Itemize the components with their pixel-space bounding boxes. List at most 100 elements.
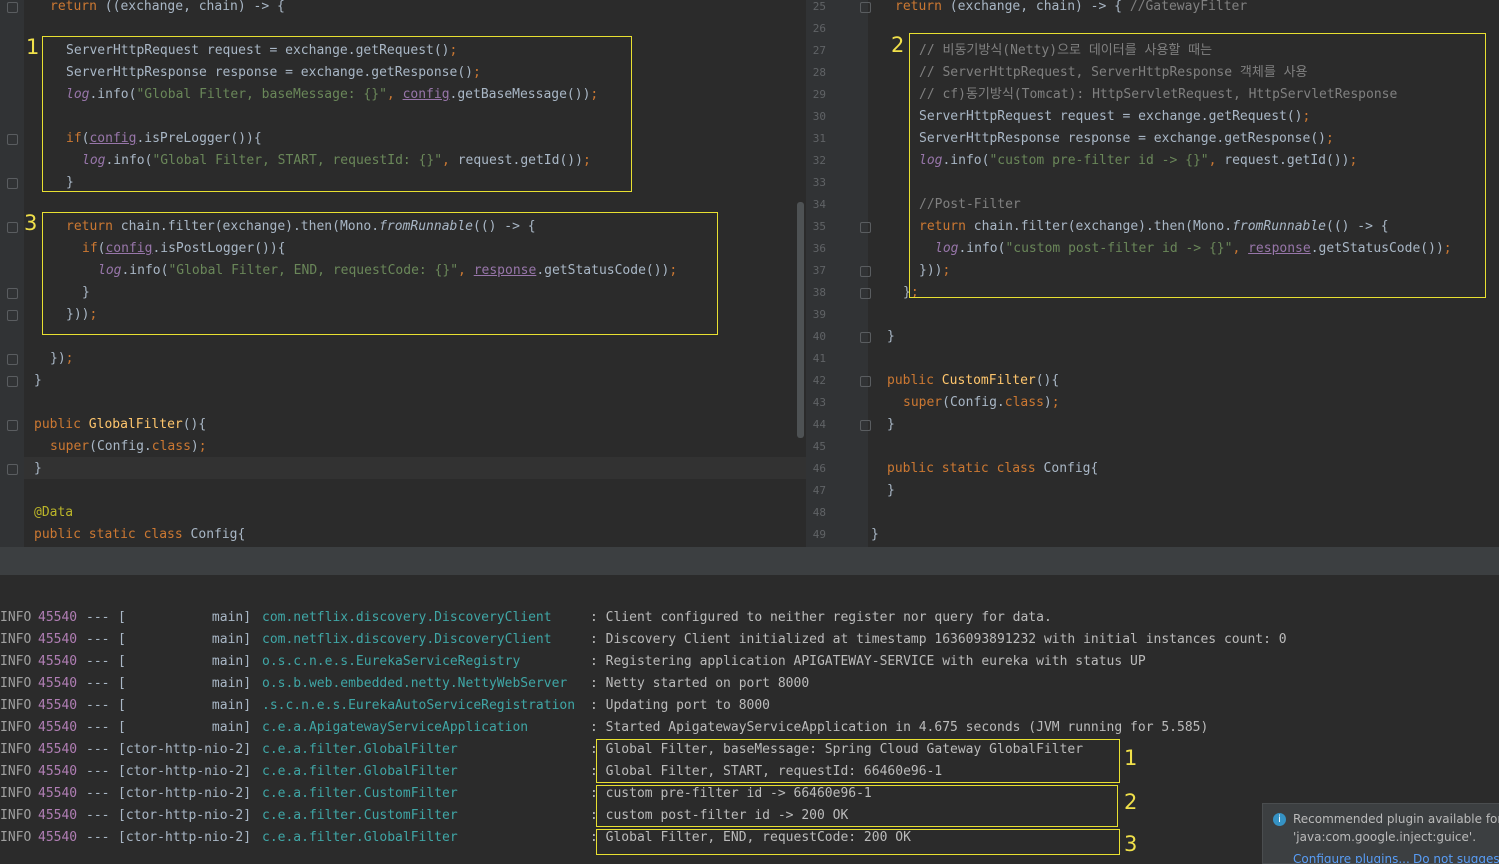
log-pid: 45540 xyxy=(38,742,78,757)
log-separator: --- xyxy=(86,720,110,735)
caret-line-highlight xyxy=(24,457,806,479)
log-row[interactable]: INFO 45540 --- [ main] .s.c.n.e.s.EurekaAuto… xyxy=(0,695,1499,717)
code-token: } xyxy=(887,483,895,498)
code-line[interactable]: public static class Config{ xyxy=(34,524,245,546)
left-scrollbar[interactable] xyxy=(797,202,804,438)
code-token: @Data xyxy=(34,505,74,520)
code-line[interactable]: return (exchange, chain) -> { //GatewayF… xyxy=(895,0,1247,18)
line-number: 33 xyxy=(812,176,826,189)
code-token: class xyxy=(1004,395,1044,410)
code-line[interactable]: } xyxy=(887,414,895,436)
code-token: } xyxy=(871,527,879,542)
log-thread: [ main] xyxy=(118,676,252,691)
line-number: 46 xyxy=(812,462,826,475)
code-token: (exchange, chain) -> { xyxy=(949,0,1130,14)
code-line[interactable]: public static class Config{ xyxy=(887,458,1098,480)
code-line[interactable]: } xyxy=(34,458,42,480)
left-box-1-label: 1 xyxy=(26,35,40,59)
log-thread: [ main] xyxy=(118,720,252,735)
line-number: 29 xyxy=(812,88,826,101)
line-number: 31 xyxy=(812,132,826,145)
code-token: GlobalFilter xyxy=(88,417,183,432)
log-level: INFO xyxy=(0,654,32,669)
line-number: 49 xyxy=(812,528,826,541)
fold-toggle-icon[interactable] xyxy=(7,464,18,475)
console-box-2-label: 2 xyxy=(1124,790,1138,814)
do-not-suggest-link[interactable]: Do not suggest xyxy=(1413,852,1499,863)
fold-toggle-icon[interactable] xyxy=(7,310,18,321)
log-pid: 45540 xyxy=(38,808,78,823)
fold-toggle-icon[interactable] xyxy=(7,288,18,299)
log-thread: [ctor-http-nio-2] xyxy=(118,808,252,823)
line-number: 28 xyxy=(812,66,826,79)
code-token: } xyxy=(34,373,42,388)
fold-toggle-icon[interactable] xyxy=(860,420,871,431)
line-number: 42 xyxy=(812,374,826,387)
log-row[interactable]: INFO 45540 --- [ main] o.s.b.web.embedded.ne… xyxy=(0,673,1499,695)
run-tool-window-header[interactable] xyxy=(0,547,1499,576)
log-row[interactable]: INFO 45540 --- [ main] o.s.c.n.e.s.EurekaSer… xyxy=(0,651,1499,673)
log-message: : Started ApigatewayServiceApplication i… xyxy=(590,720,1209,735)
code-line[interactable]: }); xyxy=(50,348,73,370)
line-number: 45 xyxy=(812,440,826,453)
log-pid: 45540 xyxy=(38,632,78,647)
line-number: 34 xyxy=(812,198,826,211)
code-line[interactable]: public CustomFilter(){ xyxy=(887,370,1059,392)
fold-toggle-icon[interactable] xyxy=(7,354,18,365)
code-line[interactable]: } xyxy=(871,524,879,546)
code-line[interactable]: super(Config.class); xyxy=(50,436,207,458)
fold-toggle-icon[interactable] xyxy=(860,376,871,387)
log-thread: [ main] xyxy=(118,654,252,669)
info-icon: i xyxy=(1273,813,1286,826)
log-separator: --- xyxy=(86,610,110,625)
plugin-notification[interactable]: i Recommended plugin available for de 'j… xyxy=(1262,803,1499,864)
log-pid: 45540 xyxy=(38,698,78,713)
fold-toggle-icon[interactable] xyxy=(7,420,18,431)
code-token: }) xyxy=(50,351,66,366)
console-tab-strip[interactable] xyxy=(0,575,1499,602)
code-line[interactable]: } xyxy=(887,326,895,348)
code-token: (){ xyxy=(182,417,207,432)
log-thread: [ctor-http-nio-2] xyxy=(118,786,252,801)
code-line[interactable]: public GlobalFilter(){ xyxy=(34,414,206,436)
log-message: : Netty started on port 8000 xyxy=(590,676,810,691)
log-logger: c.e.a.filter.GlobalFilter xyxy=(262,742,458,757)
log-message: : Client configured to neither register … xyxy=(590,610,1052,625)
log-logger: com.netflix.discovery.DiscoveryClient xyxy=(262,610,552,625)
code-line[interactable]: super(Config.class); xyxy=(903,392,1060,414)
line-number: 39 xyxy=(812,308,826,321)
log-row[interactable]: INFO 45540 --- [ main] com.netflix.discovery… xyxy=(0,629,1499,651)
code-token: (){ xyxy=(1035,373,1060,388)
code-line[interactable]: return ((exchange, chain) -> { xyxy=(50,0,285,18)
line-number: 26 xyxy=(812,22,826,35)
log-level: INFO xyxy=(0,610,32,625)
code-token: ) xyxy=(190,439,199,454)
fold-toggle-icon[interactable] xyxy=(7,134,18,145)
fold-toggle-icon[interactable] xyxy=(860,222,871,233)
fold-toggle-icon[interactable] xyxy=(860,288,871,299)
configure-plugins-link[interactable]: Configure plugins... xyxy=(1293,852,1410,863)
log-level: INFO xyxy=(0,764,32,779)
log-logger: .s.c.n.e.s.EurekaAutoServiceRegistration xyxy=(262,698,576,713)
fold-toggle-icon[interactable] xyxy=(7,376,18,387)
fold-toggle-icon[interactable] xyxy=(860,2,871,13)
log-row[interactable]: INFO 45540 --- [ main] com.netflix.discovery… xyxy=(0,607,1499,629)
code-line[interactable]: @Data xyxy=(34,502,73,524)
fold-toggle-icon[interactable] xyxy=(7,178,18,189)
log-separator: --- xyxy=(86,830,110,845)
fold-toggle-icon[interactable] xyxy=(7,2,18,13)
code-line[interactable]: } xyxy=(887,480,895,502)
log-pid: 45540 xyxy=(38,676,78,691)
log-logger: o.s.c.n.e.s.EurekaServiceRegistry xyxy=(262,654,521,669)
code-token: public xyxy=(887,373,942,388)
fold-toggle-icon[interactable] xyxy=(860,266,871,277)
fold-toggle-icon[interactable] xyxy=(7,222,18,233)
log-logger: c.e.a.filter.GlobalFilter xyxy=(262,830,458,845)
log-row[interactable]: INFO 45540 --- [ main] c.e.a.ApigatewayServi… xyxy=(0,717,1499,739)
code-token: ; xyxy=(1051,395,1060,410)
fold-toggle-icon[interactable] xyxy=(860,332,871,343)
code-line[interactable]: } xyxy=(34,370,42,392)
log-message: : Registering application APIGATEWAY-SER… xyxy=(590,654,1146,669)
console-highlight-box-3 xyxy=(596,829,1120,855)
code-token: class xyxy=(151,439,191,454)
